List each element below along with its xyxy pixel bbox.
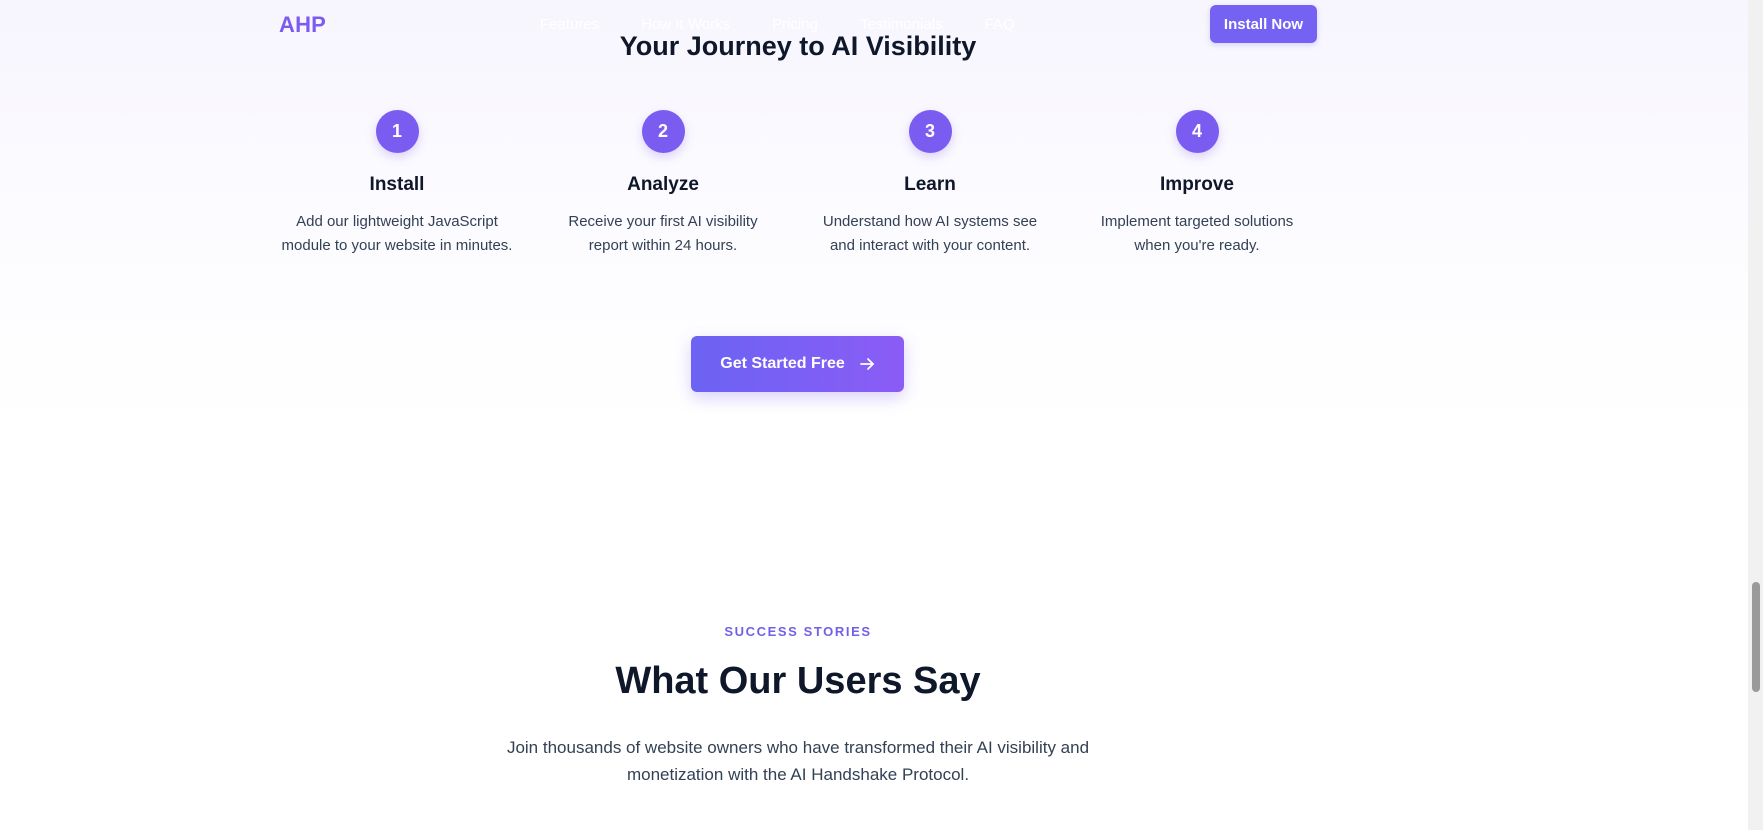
step-description-line: report within 24 hours.	[588, 237, 738, 254]
step-title: Improve	[1160, 174, 1234, 195]
journey-steps: 1 Install Add our lightweight JavaScript…	[264, 110, 1330, 270]
step-description-line: Implement targeted solutions	[1100, 213, 1294, 230]
step-title: Analyze	[627, 174, 699, 195]
step-title: Install	[369, 174, 425, 195]
step-description-line: module to your website in minutes.	[281, 237, 513, 254]
step-learn: 3 Learn Understand how AI systems see an…	[797, 110, 1063, 258]
testimonials-subtitle: Join thousands of website owners who hav…	[490, 734, 1106, 788]
journey-section-title: Your Journey to AI Visibility	[619, 31, 977, 61]
step-description: Receive your first AI visibility report …	[530, 210, 796, 258]
get-started-free-button[interactable]: Get Started Free	[691, 336, 904, 392]
page-scrollbar-thumb[interactable]	[1752, 582, 1760, 692]
testimonials-section-title: What Our Users Say	[615, 660, 981, 702]
step-description: Understand how AI systems see and intera…	[797, 210, 1063, 258]
testimonials-subtitle-line: monetization with the AI Handshake Proto…	[626, 765, 970, 784]
arrow-right-icon	[859, 356, 875, 372]
step-description-line: when you're ready.	[1134, 237, 1260, 254]
step-description-line: Receive your first AI visibility	[568, 213, 758, 230]
page-scrollbar-track[interactable]	[1748, 0, 1763, 830]
step-improve: 4 Improve Implement targeted solutions w…	[1064, 110, 1330, 258]
step-description: Implement targeted solutions when you're…	[1064, 210, 1330, 258]
step-description-line: Add our lightweight JavaScript	[296, 213, 498, 230]
step-title: Learn	[904, 174, 956, 195]
step-install: 1 Install Add our lightweight JavaScript…	[264, 110, 530, 258]
step-number-badge: 1	[375, 110, 419, 153]
step-number-badge: 2	[641, 110, 685, 153]
success-stories-eyebrow: SUCCESS STORIES	[724, 624, 872, 639]
step-analyze: 2 Analyze Receive your first AI visibili…	[530, 110, 796, 258]
step-description-line: and interact with your content.	[829, 237, 1031, 254]
step-description-line: Understand how AI systems see	[822, 213, 1038, 230]
testimonials-subtitle-line: Join thousands of website owners who hav…	[506, 738, 1090, 757]
get-started-free-label: Get Started Free	[720, 355, 845, 372]
step-number-badge: 3	[908, 110, 952, 153]
step-number-badge: 4	[1175, 110, 1219, 153]
step-description: Add our lightweight JavaScript module to…	[264, 210, 530, 258]
